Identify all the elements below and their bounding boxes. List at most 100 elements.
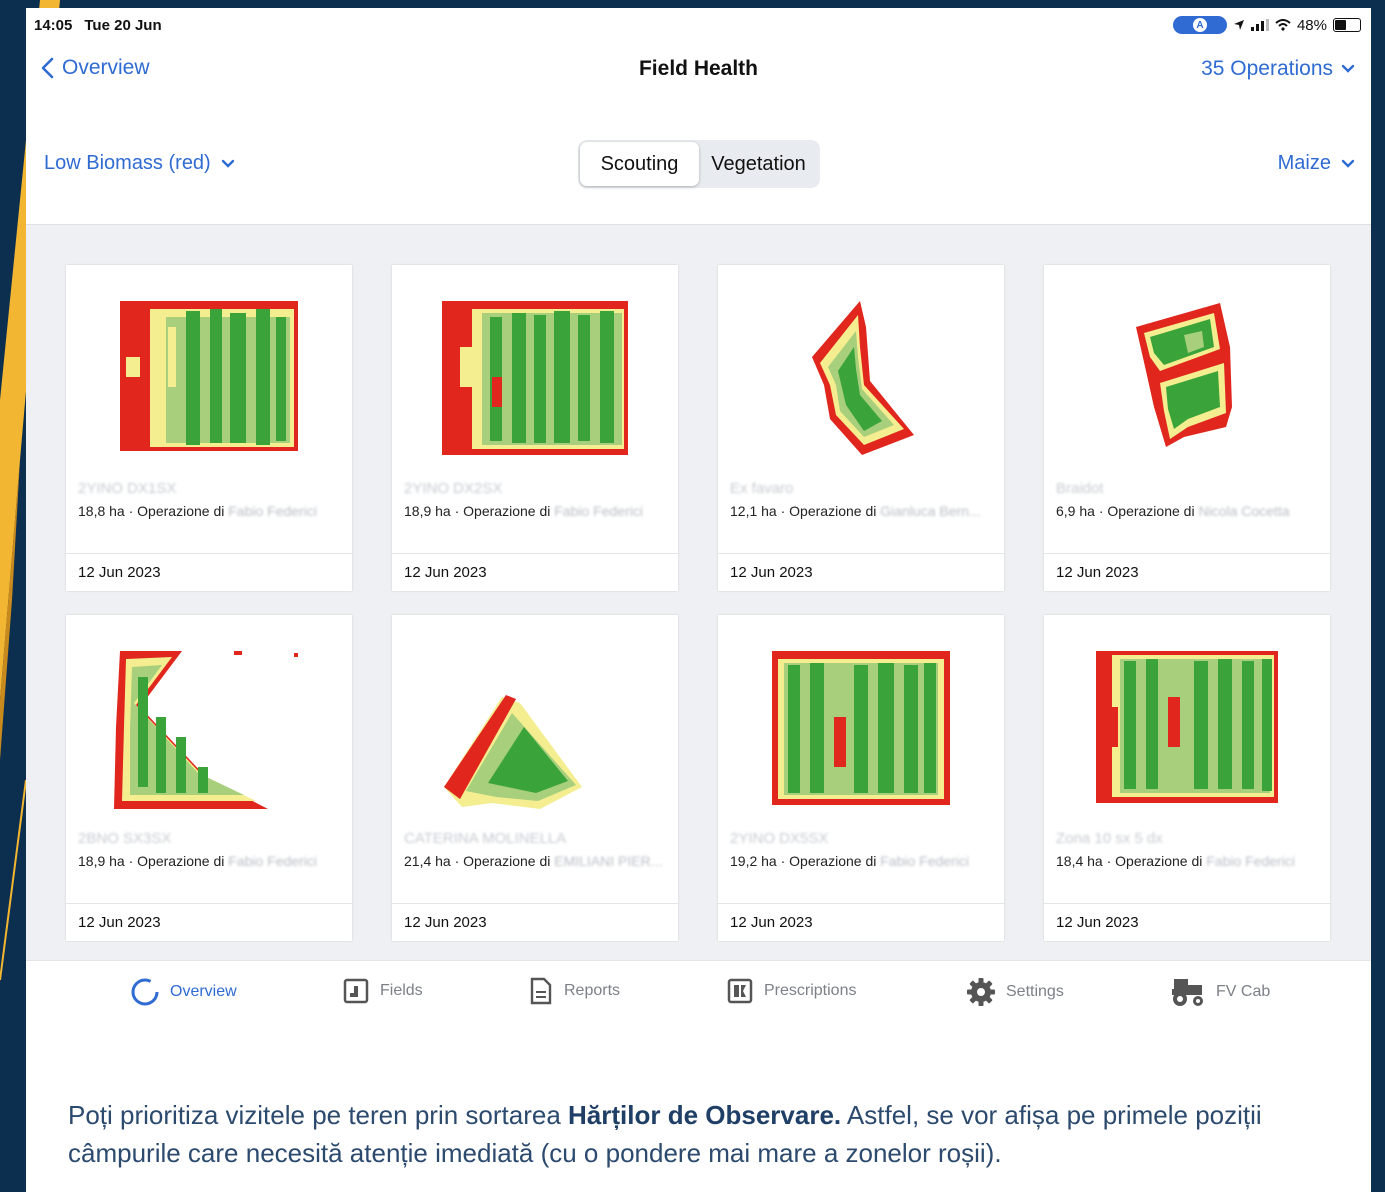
field-name: Zona 10 sx 5 dx [1056,830,1163,847]
operator-name: Gianluca Bern... [880,503,981,519]
field-area: 6,9 ha [1056,503,1095,519]
tab-overview[interactable]: Overview [130,977,237,1007]
page-title: Field Health [638,57,759,80]
field-name: 2BNO SX3SX [78,830,172,847]
tab-label: Overview [170,983,237,1000]
operator-name: Fabio Federici [880,853,969,869]
crop-dropdown[interactable]: Maize [1278,152,1355,175]
layer-label: Low Biomass (red) [44,152,211,174]
fields-icon [343,978,369,1004]
field-area: 18,9 ha [78,853,125,869]
tab-label: FV Cab [1216,983,1271,1000]
status-bar: 14:05 Tue 20 Jun A 48% [26,8,1371,44]
field-meta: 18,4 ha · Operazione di Fabio Federici [1056,853,1295,869]
field-date: 12 Jun 2023 [66,903,352,942]
field-card[interactable]: 2YINO DX5SX 19,2 ha · Operazione di Fabi… [718,615,1004,941]
operation-prefix: Operazione di [137,853,225,869]
field-date: 12 Jun 2023 [1044,903,1330,942]
field-card-grid: 2YINO DX1SX 18,8 ha · Operazione di Fabi… [26,224,1371,961]
field-meta: 18,8 ha · Operazione di Fabio Federici [78,503,317,519]
status-time: 14:05 Tue 20 Jun [34,17,174,34]
cellular-signal-icon [1250,19,1269,31]
field-health-map [120,301,298,451]
segment-vegetation[interactable]: Vegetation [699,142,818,186]
field-area: 19,2 ha [730,853,777,869]
filter-bar: Low Biomass (red) Scouting Vegetation Ma… [26,128,1371,188]
field-health-map [1096,651,1278,803]
operator-name: Fabio Federici [228,853,317,869]
field-card[interactable]: Zona 10 sx 5 dx 18,4 ha · Operazione di … [1044,615,1330,941]
field-card[interactable]: 2BNO SX3SX 18,9 ha · Operazione di Fabio… [66,615,352,941]
field-card[interactable]: Braidot 6,9 ha · Operazione di Nicola Co… [1044,265,1330,591]
clock: 14:05 [34,17,73,34]
operations-dropdown[interactable]: 35 Operations [1201,57,1355,81]
gear-icon [967,978,995,1006]
tab-fields[interactable]: Fields [342,977,423,1005]
field-area: 12,1 ha [730,503,777,519]
field-health-map [1136,303,1232,447]
field-name: CATERINA MOLINELLA [404,830,567,847]
field-date: 12 Jun 2023 [718,553,1004,592]
tab-settings[interactable]: Settings [966,977,1064,1007]
date: Tue 20 Jun [84,17,162,34]
field-date: 12 Jun 2023 [1044,553,1330,592]
field-date: 12 Jun 2023 [718,903,1004,942]
location-arrow-icon [1233,20,1244,30]
prescription-icon [727,978,753,1004]
navigation-bar: Overview Field Health 35 Operations [26,44,1371,94]
navigation-pill-icon: A [1172,16,1227,34]
field-date: 12 Jun 2023 [66,553,352,592]
battery-percent: 48% [1296,16,1327,34]
field-name: 2YINO DX5SX [730,830,829,847]
operations-label: 35 Operations [1201,57,1333,80]
operator-name: Fabio Federici [554,503,643,519]
field-area: 18,9 ha [404,503,451,519]
field-meta: 12,1 ha · Operazione di Gianluca Bern... [730,503,981,519]
status-icons: A 48% [1172,16,1361,34]
document-icon [530,977,552,1005]
field-card[interactable]: 2YINO DX1SX 18,8 ha · Operazione di Fabi… [66,265,352,591]
tab-fv-cab[interactable]: FV Cab [1170,977,1270,1007]
overview-ring-icon [131,978,159,1006]
tab-prescriptions[interactable]: Prescriptions [726,977,856,1005]
field-area: 18,8 ha [78,503,125,519]
field-health-map [114,651,298,809]
field-meta: 21,4 ha · Operazione di EMILIANI PIER... [404,853,663,869]
operation-prefix: Operazione di [463,853,551,869]
tab-label: Settings [1006,983,1064,1000]
layer-dropdown[interactable]: Low Biomass (red) [44,152,235,175]
crop-label: Maize [1277,152,1331,174]
field-health-map [812,301,914,455]
view-segmented-control: Scouting Vegetation [578,140,820,188]
field-area: 21,4 ha [404,853,451,869]
chevron-down-icon [221,159,234,168]
caption-text: Poți prioritiza vizitele pe teren prin s… [68,1096,1338,1172]
field-card[interactable]: CATERINA MOLINELLA 21,4 ha · Operazione … [392,615,678,941]
operation-prefix: Operazione di [1115,853,1203,869]
tractor-icon [1172,979,1203,1006]
tab-reports[interactable]: Reports [528,977,620,1005]
field-health-map [444,695,582,809]
tab-label: Reports [564,982,621,999]
segment-scouting[interactable]: Scouting [580,142,699,186]
field-date: 12 Jun 2023 [392,903,678,942]
field-health-map [772,651,950,805]
field-area: 18,4 ha [1056,853,1103,869]
field-name: 2YINO DX1SX [78,480,177,497]
field-health-map [442,301,628,455]
field-date: 12 Jun 2023 [392,553,678,592]
caption-before: Poți prioritiza vizitele pe teren prin s… [68,1100,569,1130]
operation-prefix: Operazione di [137,503,225,519]
chevron-down-icon [1341,64,1355,73]
field-card[interactable]: 2YINO DX2SX 18,9 ha · Operazione di Fabi… [392,265,678,591]
caption-bold: Hărților de Observare. [568,1100,842,1130]
operation-prefix: Operazione di [463,503,551,519]
chevron-down-icon [1341,159,1355,168]
field-name: Ex favaro [730,480,794,497]
field-card[interactable]: Ex favaro 12,1 ha · Operazione di Gianlu… [718,265,1004,591]
operator-name: Nicola Cocetta [1198,503,1290,519]
operator-name: Fabio Federici [228,503,317,519]
tab-label: Fields [380,982,423,999]
operation-prefix: Operazione di [1107,503,1195,519]
field-meta: 19,2 ha · Operazione di Fabio Federici [730,853,969,869]
